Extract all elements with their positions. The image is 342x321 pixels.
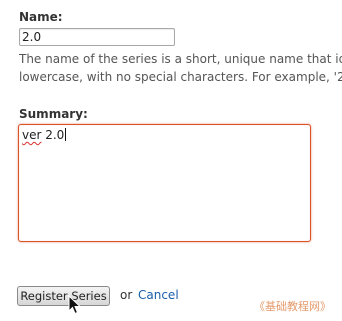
name-input[interactable] (19, 28, 175, 46)
or-text: or (120, 288, 133, 302)
cancel-link[interactable]: Cancel (138, 288, 179, 302)
summary-label: Summary: (19, 107, 88, 121)
watermark-text: 《基础教程网》 (254, 300, 331, 313)
name-label: Name: (19, 10, 63, 24)
name-help-text-line1: The name of the series is a short, uniqu… (19, 52, 342, 66)
summary-text: 2.0 (41, 128, 65, 142)
summary-textarea[interactable]: ver 2.0 (18, 124, 311, 242)
name-help-text-line2: lowercase, with no special characters. F… (19, 70, 342, 84)
mouse-pointer-icon (68, 295, 82, 315)
misspelled-word: ver (22, 128, 42, 142)
register-series-button[interactable]: Register Series (17, 286, 110, 306)
text-caret (65, 128, 67, 141)
